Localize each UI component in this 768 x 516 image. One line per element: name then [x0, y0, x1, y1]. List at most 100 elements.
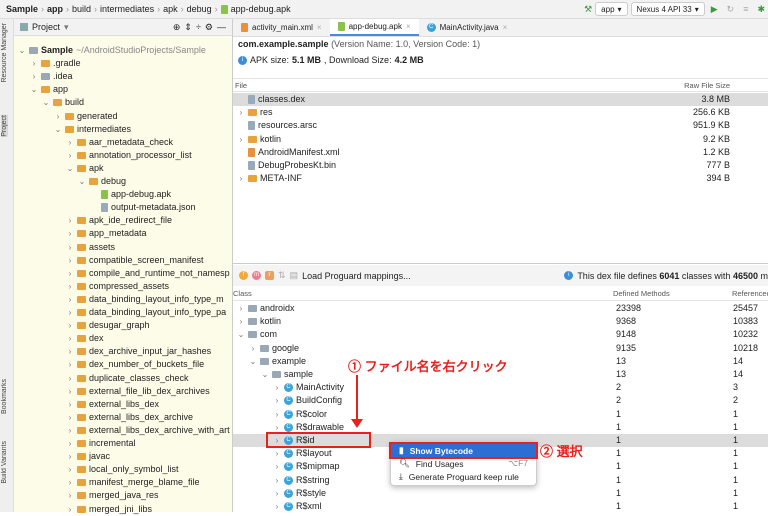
tree-item[interactable]: › aar_metadata_check: [66, 136, 173, 149]
breadcrumb-item[interactable]: build: [72, 4, 91, 14]
sync-icon[interactable]: ≡: [743, 4, 748, 14]
menu-item-generate-keep-rule[interactable]: ⤓ Generate Proguard keep rule: [391, 470, 536, 483]
tree-item[interactable]: › apk_ide_redirect_file: [66, 214, 172, 227]
tree-item[interactable]: ⌄ debug: [78, 175, 126, 188]
apply-changes-icon[interactable]: ↻: [727, 4, 735, 15]
file-row[interactable]: › META-INF 394 B: [233, 172, 768, 185]
tree-item[interactable]: › merged_jni_libs: [66, 503, 152, 516]
breadcrumb-item[interactable]: app-debug.apk: [231, 4, 291, 14]
tree-item[interactable]: › generated: [54, 110, 118, 123]
tree-item[interactable]: › duplicate_classes_check: [66, 372, 189, 385]
tree-item[interactable]: › compile_and_runtime_not_namesp: [66, 267, 230, 280]
breadcrumb-item[interactable]: intermediates: [100, 4, 154, 14]
class-row[interactable]: › C R$style 1 1: [233, 487, 768, 500]
tab-activity_main-xml[interactable]: activity_main.xml ×: [233, 19, 330, 36]
show-referenced-icon[interactable]: r: [265, 271, 274, 280]
tree-item[interactable]: › annotation_processor_list: [66, 149, 192, 162]
tree-item[interactable]: › dex: [66, 332, 104, 345]
tab-MainActivity-java[interactable]: C MainActivity.java ×: [419, 19, 516, 36]
file-row[interactable]: DebugProbesKt.bin 777 B: [233, 159, 768, 172]
class-row[interactable]: › kotlin 9368 10383: [233, 315, 768, 328]
close-icon[interactable]: ×: [503, 23, 508, 32]
class-row[interactable]: › C R$xml 1 1: [233, 500, 768, 513]
breadcrumb-item[interactable]: app: [47, 4, 63, 14]
load-proguard-mappings-button[interactable]: Load Proguard mappings...: [302, 271, 411, 281]
tree-item[interactable]: › local_only_symbol_list: [66, 463, 179, 476]
tree-item[interactable]: › desugar_graph: [66, 319, 150, 332]
chevron-icon: ›: [68, 465, 72, 475]
tree-item[interactable]: › compatible_screen_manifest: [66, 254, 204, 267]
close-icon[interactable]: ×: [406, 22, 411, 31]
run-config-dropdown[interactable]: app ▾: [595, 2, 628, 16]
folder-icon: [77, 322, 86, 330]
tree-item[interactable]: › dex_number_of_buckets_file: [66, 358, 204, 371]
file-row[interactable]: › res 256.6 KB: [233, 106, 768, 119]
tree-item[interactable]: ⌄ Sample ~/AndroidStudioProjects/Sample: [18, 44, 206, 57]
project-tab[interactable]: Project: [1, 115, 8, 137]
tab-app-debug-apk[interactable]: app-debug.apk ×: [329, 19, 419, 36]
build-variants-tab[interactable]: Build Variants: [1, 441, 8, 484]
tree-item[interactable]: app-debug.apk: [90, 188, 171, 201]
tree-item[interactable]: › .gradle: [30, 57, 81, 70]
class-row[interactable]: ⌄ com 9148 10232: [233, 328, 768, 341]
device-dropdown[interactable]: Nexus 4 API 33 ▾: [630, 2, 705, 16]
class-row[interactable]: › C R$color 1 1: [233, 408, 768, 421]
tree-item[interactable]: ⌄ apk: [66, 162, 104, 175]
class-row[interactable]: › androidx 23398 25457: [233, 302, 768, 315]
defined-methods: 13: [616, 369, 627, 379]
tree-item-path: ~/AndroidStudioProjects/Sample: [76, 45, 206, 55]
show-fields-icon[interactable]: f: [239, 271, 248, 280]
gear-icon[interactable]: ⚙: [205, 22, 213, 33]
collapse-all-icon[interactable]: ÷: [196, 22, 201, 32]
expand-all-icon[interactable]: ⇕: [184, 22, 192, 33]
tree-item[interactable]: ⌄ intermediates: [54, 123, 131, 136]
tree-item[interactable]: › app_metadata: [66, 227, 147, 240]
tree-item[interactable]: ⌄ app: [30, 83, 68, 96]
tree-item[interactable]: › .idea: [30, 70, 73, 83]
breadcrumb-item[interactable]: Sample: [6, 4, 38, 14]
resource-manager-tab[interactable]: Resource Manager: [1, 23, 8, 83]
breadcrumb-item[interactable]: debug: [187, 4, 212, 14]
close-icon[interactable]: ×: [317, 23, 322, 32]
locate-icon[interactable]: ⊕: [173, 22, 181, 33]
class-row[interactable]: › C BuildConfig 2 2: [233, 394, 768, 407]
run-icon[interactable]: ▶: [711, 4, 718, 15]
hide-icon[interactable]: —: [217, 22, 226, 32]
tree-item[interactable]: › external_libs_dex_archive_with_art: [66, 424, 230, 437]
class-row[interactable]: › google 9135 10218: [233, 342, 768, 355]
filter-icon[interactable]: ▤: [290, 270, 299, 281]
debug-icon[interactable]: ✱: [757, 4, 765, 15]
menu-item-show-bytecode[interactable]: ▮ Show Bytecode: [389, 442, 538, 459]
tree-item[interactable]: › manifest_merge_blame_file: [66, 476, 200, 489]
file-row[interactable]: resources.arsc 951.9 KB: [233, 119, 768, 132]
tree-item-label: local_only_symbol_list: [89, 464, 179, 475]
tree-item[interactable]: › external_file_lib_dex_archives: [66, 385, 210, 398]
tree-options-icon[interactable]: ⇅: [278, 270, 286, 281]
tree-item[interactable]: › data_binding_layout_info_type_pa: [66, 306, 226, 319]
bookmarks-tab[interactable]: Bookmarks: [1, 379, 8, 414]
tree-item[interactable]: ⌄ build: [42, 96, 84, 109]
tree-item[interactable]: › external_libs_dex: [66, 398, 159, 411]
tree-item[interactable]: › incremental: [66, 437, 136, 450]
tree-item[interactable]: › external_libs_dex_archive: [66, 411, 193, 424]
tree-item[interactable]: › dex_archive_input_jar_hashes: [66, 345, 211, 358]
file-row[interactable]: classes.dex 3.8 MB: [233, 93, 768, 106]
file-row[interactable]: › kotlin 9.2 KB: [233, 133, 768, 146]
tree-item[interactable]: › merged_java_res: [66, 489, 159, 502]
tree-item[interactable]: › compressed_assets: [66, 280, 169, 293]
build-hammer-icon[interactable]: ⚒: [584, 4, 592, 15]
tree-item[interactable]: › javac: [66, 450, 110, 463]
file-row[interactable]: AndroidManifest.xml 1.2 KB: [233, 146, 768, 159]
project-view-selector[interactable]: Project: [32, 22, 60, 32]
breadcrumb-item[interactable]: apk: [163, 4, 178, 14]
tree-item[interactable]: output-metadata.json: [90, 201, 196, 214]
tree-item[interactable]: › data_binding_layout_info_type_m: [66, 293, 224, 306]
tree-item-label: external_file_lib_dex_archives: [89, 385, 210, 396]
file-size: 951.9 KB: [692, 120, 730, 131]
menu-item-find-usages[interactable]: 🔍︎ Find Usages ⌥F7: [391, 457, 536, 470]
class-row[interactable]: › C MainActivity 2 3: [233, 381, 768, 394]
file-name: res: [260, 107, 273, 118]
tree-item[interactable]: › assets: [66, 241, 115, 254]
show-methods-icon[interactable]: m: [252, 271, 261, 280]
tree-item-label: dex_number_of_buckets_file: [89, 359, 205, 370]
